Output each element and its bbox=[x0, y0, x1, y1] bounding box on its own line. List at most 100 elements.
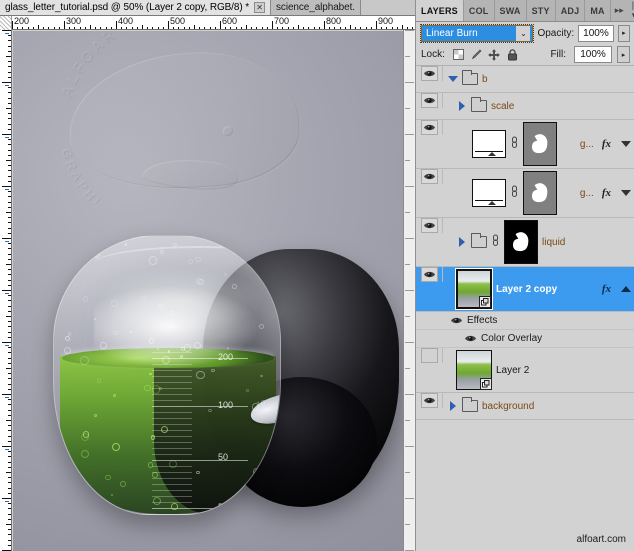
layer-row[interactable]: background bbox=[416, 393, 634, 420]
fx-badge[interactable]: fx bbox=[602, 187, 613, 199]
opacity-label: Opacity: bbox=[537, 27, 575, 39]
move-icon[interactable] bbox=[488, 48, 501, 61]
eye-icon[interactable] bbox=[420, 93, 438, 108]
eye-icon[interactable] bbox=[463, 334, 477, 343]
layer-visibility-cell[interactable] bbox=[416, 218, 443, 233]
expand-effects-icon[interactable] bbox=[621, 190, 631, 196]
layer-visibility-cell[interactable] bbox=[416, 393, 443, 408]
panel-tab-layers[interactable]: LAYERS bbox=[416, 0, 464, 21]
chevron-right-icon[interactable] bbox=[449, 401, 456, 411]
panel-tab-adj[interactable]: ADJ bbox=[555, 0, 586, 21]
layer-mask-thumbnail[interactable] bbox=[523, 171, 557, 215]
document-tab-active[interactable]: glass_letter_tutorial.psd @ 50% (Layer 2… bbox=[0, 0, 272, 15]
layer-mask-thumbnail[interactable] bbox=[504, 220, 538, 264]
layer-thumbnail[interactable] bbox=[456, 350, 492, 390]
layer-mask-thumbnail[interactable] bbox=[523, 122, 557, 166]
ruler-tick bbox=[8, 404, 11, 406]
disclosure-triangle[interactable] bbox=[456, 237, 467, 247]
expand-effects-icon[interactable] bbox=[621, 141, 631, 147]
ruler-guide-mark bbox=[5, 189, 9, 190]
layers-panel: LAYERSCOLSWASTYADJMA▸▸|▾ Linear Burn ⌄ O… bbox=[415, 0, 634, 551]
disclosure-triangle[interactable] bbox=[456, 101, 467, 111]
layer-row[interactable]: Effects bbox=[416, 312, 634, 330]
close-icon[interactable]: ✕ bbox=[254, 1, 266, 13]
ruler-tick bbox=[8, 139, 11, 141]
ruler-guide-mark bbox=[5, 345, 9, 346]
eye-hidden-icon[interactable] bbox=[420, 348, 438, 363]
layer-visibility-cell[interactable] bbox=[416, 93, 443, 108]
ruler-tick-minor bbox=[32, 27, 34, 29]
chevron-down-icon[interactable] bbox=[447, 76, 458, 82]
panel-menu-icon[interactable]: |▾ bbox=[627, 0, 634, 21]
beaker-scale-line bbox=[152, 376, 192, 377]
layer-visibility-cell[interactable] bbox=[416, 348, 443, 363]
layer-visibility-cell[interactable] bbox=[416, 267, 443, 282]
collapse-panel-icon[interactable]: ▸▸ bbox=[610, 0, 628, 21]
panel-tab-ma[interactable]: MA bbox=[585, 0, 611, 21]
bubble bbox=[156, 347, 159, 350]
link-icon[interactable] bbox=[491, 234, 500, 250]
chevron-right-icon[interactable] bbox=[458, 237, 465, 247]
eye-icon[interactable] bbox=[420, 120, 438, 135]
canvas[interactable]: ALFOART.COM ALFOART.COM GRAPHIC & WEB DE… bbox=[13, 31, 403, 551]
eye-icon[interactable] bbox=[420, 66, 438, 81]
svg-text:GRAPHIC & WEB DESIGN: GRAPHIC & WEB DESIGN bbox=[58, 146, 238, 203]
layer-row[interactable]: g... fx bbox=[416, 120, 634, 169]
lock-icon[interactable] bbox=[506, 48, 519, 61]
layer-row[interactable]: liquid bbox=[416, 218, 634, 267]
panel-tab-swa[interactable]: SWA bbox=[494, 0, 527, 21]
eye-icon[interactable] bbox=[449, 316, 463, 325]
layer-row[interactable]: Layer 2 copy fx bbox=[416, 267, 634, 312]
disclosure-triangle[interactable] bbox=[447, 401, 458, 411]
blend-mode-select[interactable]: Linear Burn ⌄ bbox=[419, 23, 535, 43]
eye-icon[interactable] bbox=[420, 393, 438, 408]
eye-icon[interactable] bbox=[420, 169, 438, 184]
layer-row[interactable]: Layer 2 bbox=[416, 348, 634, 393]
ruler-tick-minor bbox=[126, 27, 128, 29]
layer-visibility-cell[interactable] bbox=[416, 120, 443, 135]
eye-icon[interactable] bbox=[420, 218, 438, 233]
transparency-icon[interactable] bbox=[452, 48, 465, 61]
layer-thumbnail[interactable] bbox=[455, 268, 493, 310]
ruler-tick bbox=[8, 102, 11, 104]
ruler-tick bbox=[8, 206, 11, 208]
link-icon[interactable] bbox=[510, 136, 519, 152]
fx-badge[interactable]: fx bbox=[602, 283, 613, 295]
opacity-input[interactable]: 100% bbox=[578, 24, 614, 42]
link-icon[interactable] bbox=[510, 185, 519, 201]
vertical-ruler[interactable] bbox=[0, 30, 12, 551]
fill-stepper-icon[interactable]: ▸ bbox=[617, 46, 630, 63]
adjustment-thumbnail[interactable] bbox=[472, 130, 506, 158]
bubble bbox=[149, 372, 152, 376]
disclosure-triangle[interactable] bbox=[447, 76, 458, 82]
ruler-tick bbox=[2, 82, 11, 83]
bubble bbox=[59, 277, 67, 285]
panel-tab-sty[interactable]: STY bbox=[526, 0, 556, 21]
layer-row[interactable]: g... fx bbox=[416, 169, 634, 218]
adjustment-thumbnail[interactable] bbox=[472, 179, 506, 207]
ruler-tick-minor bbox=[84, 27, 86, 29]
layer-visibility-cell[interactable] bbox=[416, 169, 443, 184]
ruler-tick bbox=[8, 97, 11, 99]
ruler-tick bbox=[8, 362, 11, 364]
chevron-down-icon[interactable]: ⌄ bbox=[516, 25, 531, 41]
ruler-tick bbox=[405, 342, 414, 343]
layer-visibility-cell[interactable] bbox=[416, 66, 443, 81]
layer-row[interactable]: scale bbox=[416, 93, 634, 120]
eye-icon[interactable] bbox=[420, 267, 438, 282]
panel-tab-col[interactable]: COL bbox=[463, 0, 495, 21]
chevron-right-icon[interactable] bbox=[458, 101, 465, 111]
fx-badge[interactable]: fx bbox=[602, 138, 613, 150]
layer-list[interactable]: b scale g... fx g... fx liquid Layer 2 c… bbox=[416, 66, 634, 505]
opacity-stepper-icon[interactable]: ▸ bbox=[617, 24, 630, 42]
beaker-scale-line bbox=[152, 418, 192, 419]
layer-row[interactable]: Color Overlay bbox=[416, 330, 634, 348]
horizontal-ruler[interactable]: 200 300 400 500 600 700 800 900 bbox=[0, 16, 415, 30]
layer-row[interactable]: b bbox=[416, 66, 634, 93]
fill-input[interactable]: 100% bbox=[574, 46, 612, 63]
document-tab-inactive[interactable]: science_alphabet. bbox=[271, 0, 361, 15]
brush-icon[interactable] bbox=[470, 48, 483, 61]
ruler-tick-minor bbox=[266, 27, 268, 29]
collapse-effects-icon[interactable] bbox=[621, 286, 631, 292]
ruler-tick-minor bbox=[350, 25, 351, 29]
